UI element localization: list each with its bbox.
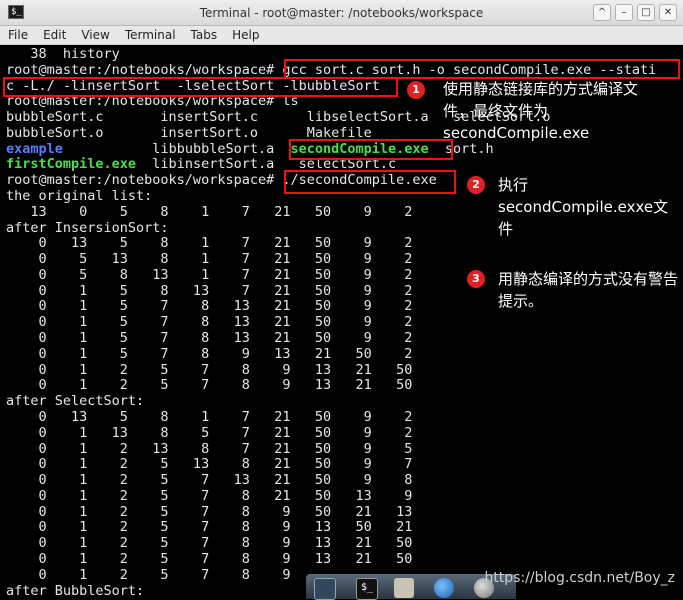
executable-filename: firstCompile.exe [6,156,137,173]
web-browser-icon[interactable] [434,578,454,598]
terminal-text: 0 5 8 13 1 7 21 50 9 2 [6,266,413,283]
terminal-text: 0 13 5 8 1 7 21 50 9 2 [6,408,413,425]
directory-name: example [6,140,63,157]
terminal-line: 0 1 2 5 7 8 21 50 13 9 [6,487,413,504]
terminal-text: after BubbleSort: [6,582,145,599]
annotation-text: 执行secondCompile.exxe文件 [498,176,669,238]
terminal-line: 0 13 5 8 1 7 21 50 9 2 [6,408,413,425]
menu-view[interactable]: View [81,28,109,42]
menu-file[interactable]: File [8,28,28,42]
terminal-text: 0 1 2 5 7 8 9 13 50 21 [6,519,413,536]
terminal-text: after SelectSort: [6,393,145,410]
watermark: https://blog.csdn.net/Boy_z [484,570,675,586]
terminal-text: 0 1 2 5 7 8 9 [6,566,291,583]
terminal-text: the original list: [6,188,153,205]
minimize-button[interactable]: – [615,4,633,21]
terminal-line: 0 1 5 7 8 13 21 50 9 2 [6,330,413,347]
terminal-line: 0 1 5 7 8 9 13 21 50 2 [6,345,413,362]
terminal-line: 38 history [6,46,120,62]
terminal-text: 0 1 5 7 8 13 21 50 9 2 [6,330,413,347]
terminal-text: 0 1 2 5 13 8 21 50 9 7 [6,456,413,473]
window-shade-button[interactable]: ^ [593,4,611,21]
highlight-link-flags [3,77,398,97]
terminal-line: 0 13 5 8 1 7 21 50 9 2 [6,235,413,252]
maximize-button[interactable]: □ [637,4,655,21]
terminal-text: 0 1 2 5 7 8 21 50 13 9 [6,487,413,504]
terminal-line: 0 1 2 5 7 8 9 13 21 50 [6,550,413,567]
file-manager-icon[interactable] [394,578,414,598]
terminal-text: 0 1 5 7 8 13 21 50 9 2 [6,314,413,331]
terminal-line: 0 1 5 7 8 13 21 50 9 2 [6,314,413,331]
terminal-text: 0 1 2 5 7 8 9 13 21 50 [6,361,413,378]
terminal-line: after InsersionSort: [6,220,169,236]
terminal-text: after InsersionSort: [6,219,169,236]
terminal-line: 0 5 8 13 1 7 21 50 9 2 [6,266,413,283]
window-titlebar: $_ Terminal - root@master: /notebooks/wo… [0,0,683,26]
terminal-text: 0 1 5 7 8 9 13 21 50 2 [6,345,413,362]
menu-bar: File Edit View Terminal Tabs Help [0,26,683,45]
highlight-run-command [284,170,456,194]
terminal-line: 0 1 2 5 7 13 21 50 9 8 [6,472,413,489]
terminal-line: 0 1 5 7 8 13 21 50 9 2 [6,298,413,315]
terminal-line: 0 1 2 5 7 8 9 13 21 50 [6,361,413,378]
terminal-icon[interactable]: $_ [356,578,378,600]
window-title: Terminal - root@master: /notebooks/works… [199,6,484,20]
annotation-badge: 3 [467,270,485,288]
terminal-line: 0 5 13 8 1 7 21 50 9 2 [6,251,413,268]
terminal-line: 0 1 2 5 7 8 9 13 21 50 [6,535,413,552]
annotation-badge: 1 [407,81,425,99]
terminal-line: 0 1 2 13 8 7 21 50 9 5 [6,440,413,457]
terminal-line: 13 0 5 8 1 7 21 50 9 2 [6,204,412,220]
terminal-text: 0 1 5 8 13 7 21 50 9 2 [6,282,413,299]
menu-terminal[interactable]: Terminal [125,28,176,42]
terminal-text: 0 5 13 8 1 7 21 50 9 2 [6,251,413,268]
terminal-text: 0 1 2 5 7 8 9 13 21 50 [6,550,413,567]
terminal-line: 0 1 2 5 7 8 9 13 50 21 [6,519,413,536]
terminal-line: after SelectSort: [6,393,144,409]
terminal-line: the original list: [6,188,152,204]
terminal-text: 0 1 5 7 8 13 21 50 9 2 [6,298,413,315]
menu-tabs[interactable]: Tabs [191,28,218,42]
terminal-line: 0 1 5 8 13 7 21 50 9 2 [6,282,413,299]
annotation-badge: 2 [467,176,485,194]
terminal-text: libbubbleSort.a [62,140,291,157]
terminal-text: 0 1 2 5 7 8 9 50 21 13 [6,503,413,520]
terminal-line: 0 1 2 5 7 8 9 [6,566,291,583]
terminal-text: 0 1 2 13 8 7 21 50 9 5 [6,440,413,457]
desktop-icon[interactable] [314,578,336,600]
menu-help[interactable]: Help [232,28,259,42]
highlight-gcc-command [284,59,680,79]
terminal-text: 13 0 5 8 1 7 21 50 9 2 [6,203,413,220]
terminal-line: 0 1 2 5 7 8 9 50 21 13 [6,503,413,520]
terminal-line: 0 1 2 5 7 8 9 13 21 50 [6,377,413,394]
annotation-text: 使用静态链接库的方式编译文件，最终文件为secondCompile.exe [443,80,639,142]
terminal-line: after BubbleSort: [6,583,144,599]
terminal-text: 38 history [6,46,120,62]
highlight-output-file [289,139,453,160]
terminal-text: 0 13 5 8 1 7 21 50 9 2 [6,235,413,252]
terminal-text: 0 1 2 5 7 13 21 50 9 8 [6,472,413,489]
close-button[interactable]: ✕ [659,4,677,21]
menu-edit[interactable]: Edit [43,28,66,42]
terminal-text: 0 1 2 5 7 8 9 13 21 50 [6,535,413,552]
annotation-text: 用静态编译的方式没有警告提示。 [498,270,679,310]
terminal-text: 0 1 13 8 5 7 21 50 9 2 [6,424,413,441]
terminal-line: 0 1 13 8 5 7 21 50 9 2 [6,424,413,441]
terminal-text: 0 1 2 5 7 8 9 13 21 50 [6,377,413,394]
terminal-line: 0 1 2 5 13 8 21 50 9 7 [6,456,413,473]
